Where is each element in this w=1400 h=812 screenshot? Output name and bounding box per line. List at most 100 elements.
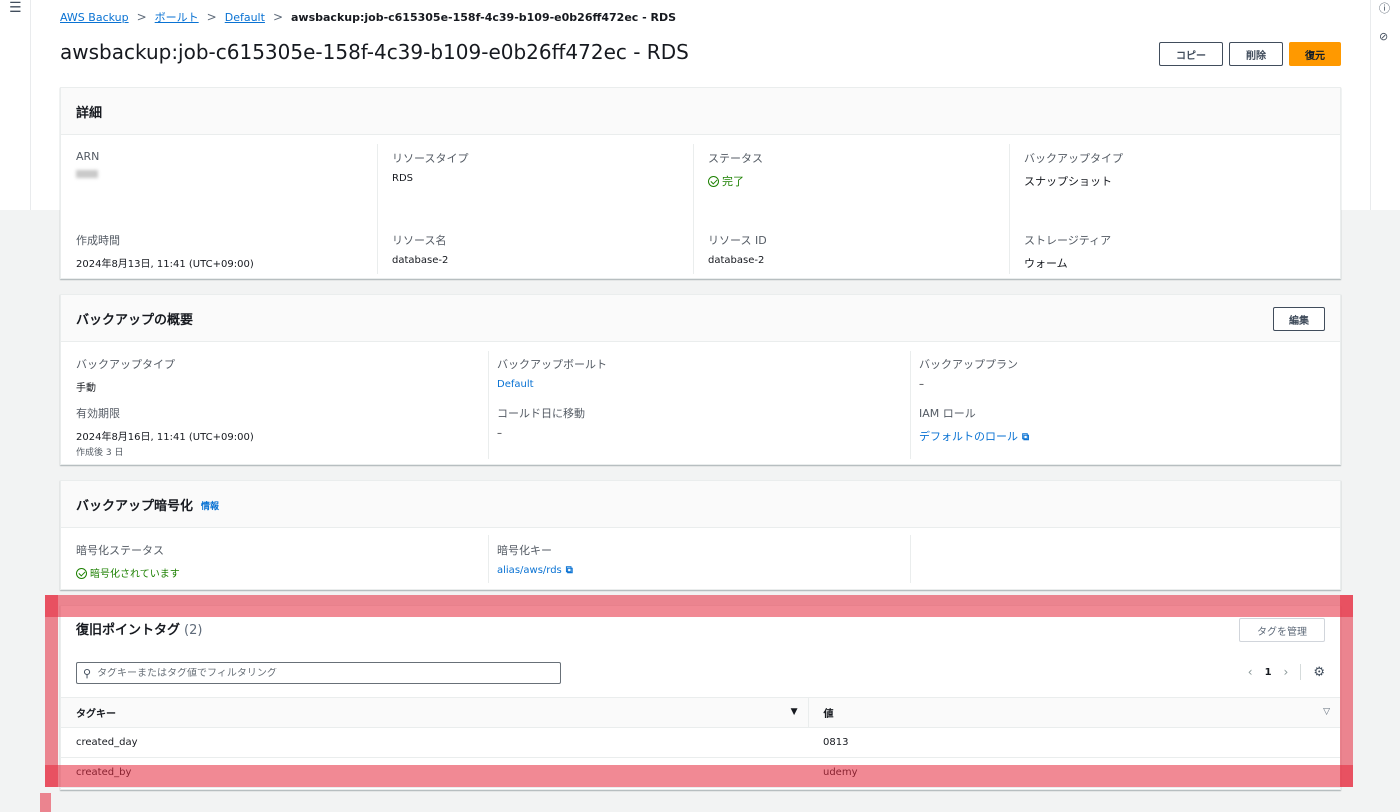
resource-type-label: リソースタイプ <box>392 152 469 165</box>
backup-type-value: スナップショット <box>1024 175 1112 188</box>
tags-title: 復旧ポイントタグ (2) <box>76 619 202 638</box>
column-header-tag-key[interactable]: タグキー ▼ <box>61 697 808 728</box>
pagination: ‹ 1 › ⚙ <box>1248 664 1325 680</box>
vault-field: バックアップボールト Default <box>497 356 607 390</box>
check-circle-icon <box>76 568 87 579</box>
iam-role-text: デフォルトのロール <box>919 430 1018 443</box>
sort-desc-icon[interactable]: ▼ <box>791 707 798 717</box>
edit-button[interactable]: 編集 <box>1273 307 1325 331</box>
cold-storage-field: コールド日に移動 – <box>497 405 585 439</box>
expiry-sub: 作成後 3 日 <box>76 448 124 458</box>
status-value: 完了 <box>722 175 744 188</box>
iam-role-link[interactable]: デフォルトのロール ⧉ <box>919 428 1029 444</box>
details-title: 詳細 <box>76 105 103 121</box>
resource-id-field: リソース ID database-2 <box>708 232 767 266</box>
breadcrumb: AWS Backup > ボールト > Default > awsbackup:job-c6… <box>60 9 676 25</box>
encryption-panel: バックアップ暗号化 情報 暗号化ステータス 暗号化されています 暗号化キー al… <box>60 480 1341 590</box>
tag-value-cell: 0813 <box>808 727 1340 758</box>
encryption-key-label: 暗号化キー <box>497 544 552 557</box>
copy-button[interactable]: コピー <box>1159 42 1223 66</box>
column-header-value[interactable]: 値 ▽ <box>807 697 1340 728</box>
plan-field: バックアッププラン – <box>919 356 1018 390</box>
encryption-key-link[interactable]: alias/aws/rds ⧉ <box>497 565 573 576</box>
table-row: created_day 0813 <box>61 727 1340 758</box>
resource-name-field: リソース名 database-2 <box>392 232 448 266</box>
chevron-right-icon: > <box>272 10 283 24</box>
breadcrumb-default[interactable]: Default <box>225 11 265 24</box>
value-header: 値 <box>823 709 834 720</box>
overview-backup-type-field: バックアップタイプ 手動 <box>76 356 175 394</box>
external-link-icon: ⧉ <box>1022 432 1030 443</box>
iam-role-field: IAM ロール デフォルトのロール ⧉ <box>919 405 1029 444</box>
storage-tier-value: ウォーム <box>1024 257 1068 270</box>
tags-title-text: 復旧ポイントタグ <box>76 622 181 638</box>
left-nav-rail: ☰ <box>0 0 31 210</box>
check-circle-icon <box>708 176 719 187</box>
page-number[interactable]: 1 <box>1265 667 1272 678</box>
page-title: awsbackup:job-c615305e-158f-4c39-b109-e0… <box>60 40 689 64</box>
recovery-point-tags-panel: 復旧ポイントタグ(2) タグを管理 ⚲ ‹ 1 › ⚙ タグキー▼ 値▽ <box>60 605 1341 790</box>
arn-field: ARN <box>76 150 99 181</box>
highlight-box-right <box>1340 595 1353 787</box>
resource-type-value: RDS <box>392 173 413 184</box>
gear-icon[interactable]: ⚙ <box>1313 665 1325 680</box>
info-panel-icon[interactable]: ⓘ <box>1379 0 1390 16</box>
encryption-status-label: 暗号化ステータス <box>76 544 164 557</box>
header-actions: コピー 削除 復元 <box>1159 42 1341 66</box>
encryption-info-link[interactable]: 情報 <box>201 499 219 512</box>
external-link-icon: ⧉ <box>565 565 573 576</box>
backup-type-label: バックアップタイプ <box>1024 152 1123 165</box>
resource-name-value: database-2 <box>392 255 449 266</box>
feedback-icon[interactable]: ⊘ <box>1379 30 1388 43</box>
resource-name-label: リソース名 <box>392 234 447 247</box>
chevron-right-icon: > <box>206 10 217 24</box>
status-label: ステータス <box>708 152 763 165</box>
resource-id-value: database-2 <box>708 255 765 266</box>
plan-label: バックアッププラン <box>919 358 1018 371</box>
created-value: 2024年8月13日, 11:41 (UTC+09:00) <box>76 259 254 270</box>
tag-key-header: タグキー <box>76 709 116 720</box>
highlight-box-left <box>45 595 58 787</box>
encryption-status-field: 暗号化ステータス 暗号化されています <box>76 542 180 580</box>
highlight-box-top <box>45 595 1353 617</box>
hamburger-menu-icon[interactable]: ☰ <box>9 0 22 16</box>
tag-filter-input[interactable] <box>97 667 560 679</box>
breadcrumb-aws-backup[interactable]: AWS Backup <box>60 11 129 24</box>
arn-label: ARN <box>76 150 100 163</box>
search-icon: ⚲ <box>83 666 92 680</box>
cold-storage-value: – <box>497 428 502 439</box>
manage-tags-button[interactable]: タグを管理 <box>1239 618 1325 642</box>
vault-link[interactable]: Default <box>497 379 607 390</box>
expiry-label: 有効期限 <box>76 407 120 420</box>
created-label: 作成時間 <box>76 234 120 247</box>
chevron-right-icon: > <box>136 10 147 24</box>
delete-button[interactable]: 削除 <box>1229 42 1283 66</box>
breadcrumb-vaults[interactable]: ボールト <box>155 11 199 24</box>
vault-label: バックアップボールト <box>497 358 607 371</box>
resource-type-field: リソースタイプ RDS <box>392 150 468 184</box>
breadcrumb-current: awsbackup:job-c615305e-158f-4c39-b109-e0… <box>291 11 677 24</box>
storage-tier-label: ストレージティア <box>1024 234 1112 247</box>
chevron-right-icon[interactable]: › <box>1284 665 1289 679</box>
status-field: ステータス 完了 <box>708 150 763 189</box>
encryption-key-field: 暗号化キー alias/aws/rds ⧉ <box>497 542 573 576</box>
expiry-value: 2024年8月16日, 11:41 (UTC+09:00) <box>76 432 254 443</box>
overview-backup-type-label: バックアップタイプ <box>76 358 175 371</box>
restore-button[interactable]: 復元 <box>1289 42 1341 66</box>
storage-tier-field: ストレージティア ウォーム <box>1024 232 1111 271</box>
cold-storage-label: コールド日に移動 <box>497 407 585 420</box>
tag-key-cell: created_day <box>61 727 808 758</box>
expiry-field: 有効期限 2024年8月16日, 11:41 (UTC+09:00) 作成後 3… <box>76 405 254 458</box>
plan-value: – <box>919 379 924 390</box>
sort-icon[interactable]: ▽ <box>1323 707 1330 717</box>
highlight-mark <box>40 793 51 812</box>
tag-filter-search[interactable]: ⚲ <box>76 662 561 684</box>
resource-id-label: リソース ID <box>708 234 767 247</box>
backup-type-field: バックアップタイプ スナップショット <box>1024 150 1123 189</box>
redacted-arn <box>76 170 98 178</box>
encryption-key-text: alias/aws/rds <box>497 565 562 576</box>
encryption-status-value: 暗号化されています <box>90 569 180 580</box>
chevron-left-icon[interactable]: ‹ <box>1248 665 1253 679</box>
encryption-title: バックアップ暗号化 <box>76 498 194 514</box>
created-field: 作成時間 2024年8月13日, 11:41 (UTC+09:00) <box>76 232 254 270</box>
